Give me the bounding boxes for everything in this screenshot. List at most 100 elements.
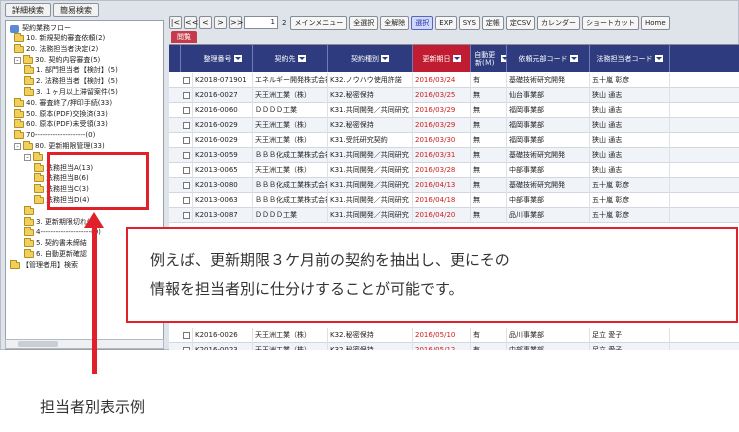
column-header[interactable]: 契約種別: [328, 45, 413, 72]
deselect-all-button[interactable]: 全解除: [380, 15, 410, 30]
tree-item[interactable]: 6. 自動更新確認: [24, 249, 87, 259]
row-checkbox[interactable]: [183, 92, 190, 99]
tree-item[interactable]: [24, 205, 36, 216]
table-cell: K2016-0023: [193, 343, 253, 350]
tree-expander-icon[interactable]: -: [24, 153, 31, 161]
ledger-button[interactable]: 定帳: [481, 15, 504, 30]
row-checkbox[interactable]: [183, 347, 190, 350]
tree-horizontal-scrollbar[interactable]: [5, 339, 164, 349]
column-header[interactable]: 自動更新(Ｍ): [471, 45, 509, 72]
callout-arrow-head: [84, 212, 104, 228]
column-header[interactable]: 依頼元部コード: [507, 45, 590, 72]
sort-dropdown-icon[interactable]: [452, 55, 461, 62]
csv-button[interactable]: 定CSV: [505, 15, 536, 30]
last-page-button[interactable]: >>: [229, 16, 243, 29]
tree-expander-icon[interactable]: -: [14, 56, 21, 64]
exp-button[interactable]: EXP: [435, 15, 457, 30]
shortcut-button[interactable]: ショートカット: [582, 15, 640, 30]
sort-dropdown-icon[interactable]: [297, 55, 306, 62]
back-fast-button[interactable]: <<: [184, 16, 198, 29]
tree-item[interactable]: 5. 契約書未締結: [24, 238, 87, 248]
table-cell: K2016-0027: [193, 88, 253, 103]
tree-item[interactable]: 2. 法務担当者【検討】(5): [24, 76, 118, 86]
tree-item[interactable]: 20. 法務担当者決定(2): [14, 43, 98, 54]
sys-button[interactable]: SYS: [458, 15, 480, 30]
column-header[interactable]: 更新期日: [413, 45, 471, 72]
view-tab[interactable]: 閲覧: [171, 31, 197, 43]
column-header[interactable]: 法務担当者コード: [590, 45, 670, 72]
row-checkbox[interactable]: [183, 122, 190, 129]
tree-item[interactable]: -: [24, 151, 45, 162]
sort-dropdown-icon[interactable]: [381, 55, 389, 62]
table-cell: 基礎技術研究開発: [507, 73, 590, 88]
first-page-button[interactable]: |<: [169, 16, 182, 29]
table-row[interactable]: K2013-0087 ＤＤＤＤ工業 K31.共同開発／共同研究 2016/04/20 無…: [169, 208, 739, 223]
column-header-label: 更新期日: [422, 54, 451, 63]
tree-item[interactable]: 40. 審査終了/押印手続(33): [14, 97, 112, 108]
next-page-button[interactable]: >: [214, 16, 227, 29]
tree-item[interactable]: 60. 原本(PDF)未受領(33): [14, 119, 108, 129]
sort-dropdown-icon[interactable]: [500, 55, 509, 62]
tab-simple-search[interactable]: 簡易検索: [53, 3, 99, 17]
sort-dropdown-icon[interactable]: [654, 55, 663, 62]
row-checkbox[interactable]: [183, 197, 190, 204]
row-checkbox[interactable]: [183, 107, 190, 114]
column-header-label: 整理番号: [203, 54, 232, 63]
table-row[interactable]: K2018-071901 エネルギー開発株式会社 K32.ノウハウ使用許諾 2016/…: [169, 73, 739, 88]
prev-page-button[interactable]: <: [199, 16, 212, 29]
tree-item[interactable]: - 30. 契約内容審査(5): [14, 54, 100, 65]
tree-item[interactable]: 70--------------------(0): [14, 130, 95, 140]
tree-item[interactable]: 4--------------------(0): [24, 227, 101, 237]
tree-item[interactable]: 【管理者用】検索: [10, 259, 78, 270]
home-button[interactable]: Home: [641, 15, 670, 30]
sort-dropdown-icon[interactable]: [233, 55, 242, 62]
table-row[interactable]: K2013-0059 ＢＢＢ化成工業株式会社 K31.共同開発／共同研究 2016/0…: [169, 148, 739, 163]
table-cell: 五十嵐 彰彦: [590, 193, 670, 208]
main-menu-button[interactable]: メインメニュー: [290, 15, 348, 30]
select-button[interactable]: 選択: [411, 15, 434, 30]
table-row[interactable]: K2016-0026 天王洲工業（株） K32.秘密保持 2016/05/10 有品川事…: [169, 328, 739, 343]
tree-item-label: 1. 部門担当者【検討】(5): [36, 66, 118, 75]
tree-item[interactable]: - 80. 更新期限管理(33): [14, 141, 105, 151]
table-row[interactable]: K2016-0029 天王洲工業（株） K32.秘密保持 2016/03/29 無福岡事…: [169, 118, 739, 133]
table-row[interactable]: K2016-0023 天王洲工業（株） K32.秘密保持 2016/05/12 有中部事…: [169, 343, 739, 350]
select-all-button[interactable]: 全選択: [349, 15, 379, 30]
tree-item[interactable]: 10. 新規契約審査依頼(2): [14, 33, 105, 43]
table-cell: 天王洲工業（株）: [253, 163, 328, 178]
row-checkbox[interactable]: [183, 77, 190, 84]
page-number-input[interactable]: 1: [244, 16, 278, 29]
table-row[interactable]: K2013-0080 ＢＢＢ化成工業株式会社 K31.共同開発／共同研究 2016/0…: [169, 178, 739, 193]
row-checkbox[interactable]: [183, 332, 190, 339]
table-cell: 五十嵐 彰彦: [590, 73, 670, 88]
tree-item[interactable]: 1. 部門担当者【検討】(5): [24, 65, 118, 75]
table-row[interactable]: K2013-0065 天王洲工業（株） K31.共同開発／共同研究 2016/03/2…: [169, 163, 739, 178]
column-header[interactable]: 契約先: [253, 45, 328, 72]
table-row[interactable]: K2016-0029 天王洲工業（株） K31.受託研究契約 2016/03/30 無福…: [169, 133, 739, 148]
column-header[interactable]: 整理番号: [193, 45, 253, 72]
column-header-label: 依頼元部コード: [518, 54, 568, 63]
sort-dropdown-icon[interactable]: [569, 55, 578, 62]
calendar-button[interactable]: カレンダー: [537, 15, 581, 30]
tree-expander-icon[interactable]: -: [14, 143, 21, 150]
tab-detail-search[interactable]: 詳細検索: [5, 3, 51, 17]
table-cell: 品川事業部: [507, 328, 590, 343]
tree-root[interactable]: 契約業務フロー: [10, 24, 71, 33]
table-cell: 天王洲工業（株）: [253, 133, 328, 148]
table-row[interactable]: K2016-0027 天王洲工業（株） K32.秘密保持 2016/03/25 無仙台事…: [169, 88, 739, 103]
table-cell: 狭山 通志: [590, 163, 670, 178]
row-checkbox[interactable]: [183, 167, 190, 174]
row-checkbox[interactable]: [183, 152, 190, 159]
scrollbar-thumb[interactable]: [18, 341, 58, 347]
table-row[interactable]: K2016-0060 ＤＤＤＤ工業 K31.共同開発／共同研究 2016/03/29 無…: [169, 103, 739, 118]
table-cell: 2016/05/10: [413, 328, 471, 343]
row-checkbox[interactable]: [183, 212, 190, 219]
table-row[interactable]: K2013-0063 ＢＢＢ化成工業株式会社 K31.共同開発／共同研究 2016/0…: [169, 193, 739, 208]
table-cell: K2013-0065: [193, 163, 253, 178]
row-checkbox[interactable]: [183, 137, 190, 144]
row-checkbox[interactable]: [183, 182, 190, 189]
tree-item[interactable]: 3. １ヶ月以上滞留案件(5): [24, 87, 118, 97]
table-cell: 無: [471, 118, 507, 133]
folder-icon: [14, 43, 24, 53]
tree-item[interactable]: 50. 原本(PDF)交換済(33): [14, 108, 108, 119]
table-cell: 2016/03/31: [413, 148, 471, 163]
